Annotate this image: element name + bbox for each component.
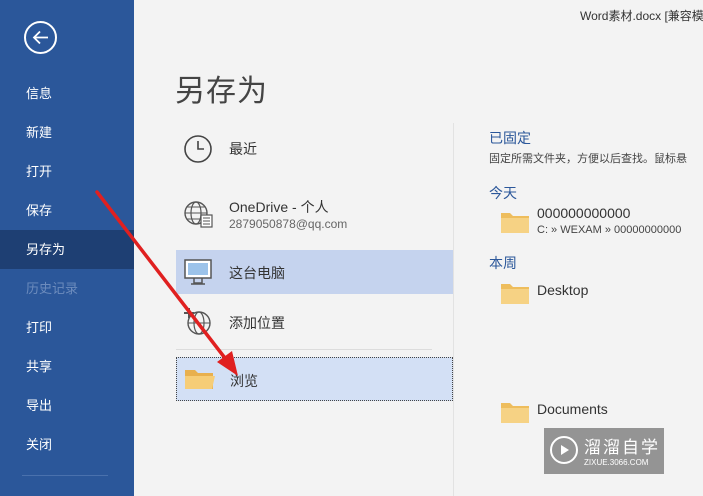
location-onedrive[interactable]: OneDrive - 个人 2879050878@qq.com	[176, 187, 453, 241]
recent-folder-item[interactable]: 000000000000 C: » WEXAM » 00000000000	[496, 203, 703, 243]
nav-new[interactable]: 新建	[0, 113, 134, 152]
watermark-url: ZIXUE.3066.COM	[584, 458, 649, 467]
watermark: 溜溜自学 ZIXUE.3066.COM	[544, 428, 664, 474]
onedrive-account: 2879050878@qq.com	[229, 217, 348, 231]
folder-icon	[185, 370, 215, 389]
location-label: 最近	[229, 141, 257, 157]
watermark-title: 溜溜自学	[584, 438, 660, 457]
back-arrow-icon	[32, 30, 48, 45]
location-browse[interactable]: 浏览	[176, 357, 453, 401]
computer-icon	[184, 259, 212, 285]
nav-export[interactable]: 导出	[0, 386, 134, 425]
nav-history: 历史记录	[26, 281, 79, 296]
location-this-pc[interactable]: 这台电脑	[176, 250, 453, 294]
folder-icon	[501, 284, 529, 304]
today-heading: 今天	[489, 185, 517, 201]
location-label: OneDrive - 个人	[229, 199, 329, 215]
recent-folder-item[interactable]: Documents	[496, 395, 703, 427]
nav-save-as[interactable]: 另存为	[0, 230, 134, 269]
globe-icon	[184, 201, 213, 228]
folder-path: C: » WEXAM » 00000000000	[537, 224, 682, 236]
location-recent[interactable]: 最近	[176, 122, 453, 174]
location-label: 浏览	[230, 373, 258, 389]
folder-icon	[501, 213, 529, 233]
recent-folder-item[interactable]: Desktop	[496, 276, 703, 308]
nav-print[interactable]: 打印	[0, 308, 134, 347]
add-location-icon	[184, 308, 211, 335]
pinned-description: 固定所需文件夹，方便以后查找。鼠标悬	[489, 153, 687, 165]
nav-open[interactable]: 打开	[0, 152, 134, 191]
window-title: Word素材.docx [兼容模式	[580, 9, 703, 23]
sidebar-divider	[22, 475, 108, 476]
column-divider	[453, 123, 454, 496]
location-label: 这台电脑	[229, 265, 285, 281]
folder-icon	[501, 403, 529, 423]
nav-share[interactable]: 共享	[0, 347, 134, 386]
nav-save[interactable]: 保存	[0, 191, 134, 230]
nav-close[interactable]: 关闭	[0, 425, 134, 464]
clock-icon	[184, 135, 212, 163]
page-title: 另存为	[175, 75, 268, 108]
pinned-heading: 已固定	[489, 130, 531, 146]
this-week-heading: 本周	[489, 255, 517, 271]
locations-divider	[176, 349, 432, 350]
folder-name: Documents	[537, 401, 608, 417]
play-logo-icon	[550, 436, 578, 464]
nav-info[interactable]: 信息	[0, 74, 134, 113]
location-label: 添加位置	[229, 315, 285, 331]
location-add-place[interactable]: 添加位置	[176, 300, 453, 344]
folder-name: Desktop	[537, 282, 589, 298]
folder-name: 000000000000	[537, 205, 631, 221]
backstage-sidebar: 信息 新建 打开 保存 另存为 历史记录 打印 共享 导出 关闭	[0, 0, 134, 496]
back-button[interactable]	[24, 21, 57, 54]
